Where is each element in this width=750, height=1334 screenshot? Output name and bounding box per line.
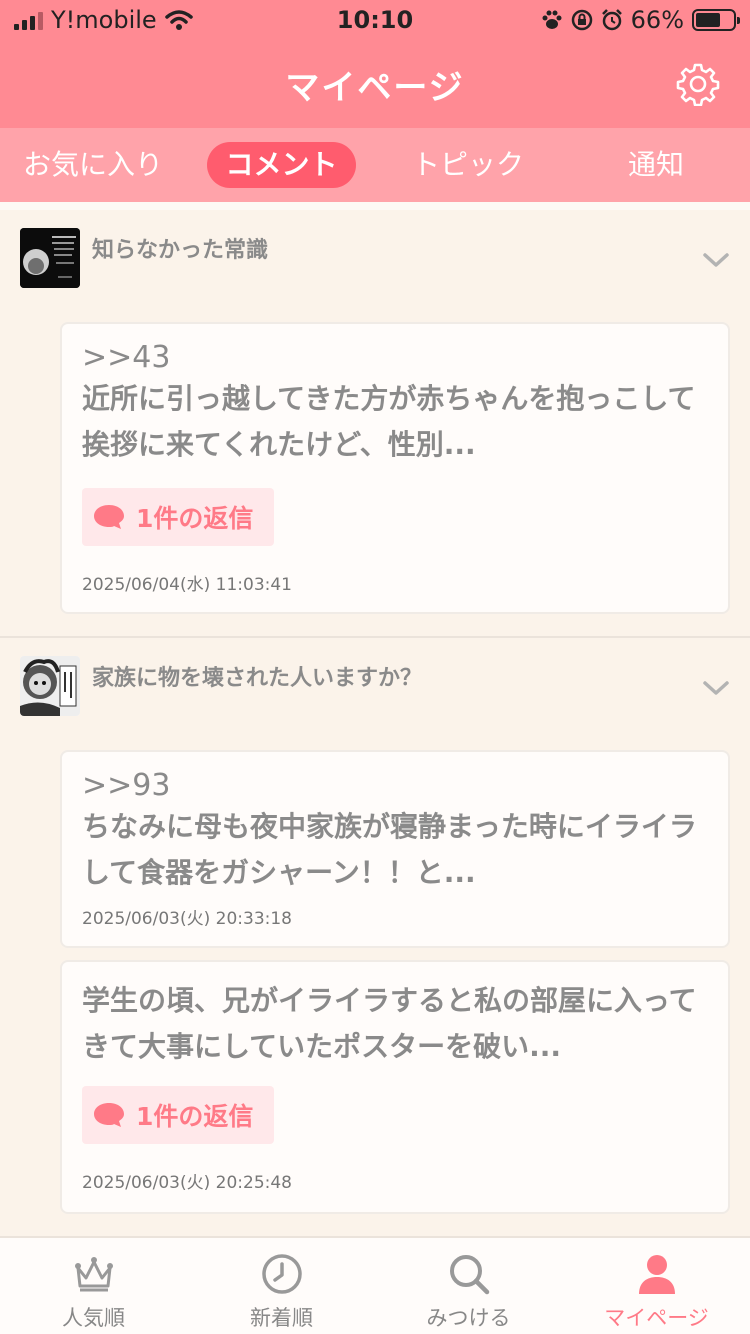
comment-card[interactable]: >>43 近所に引っ越してきた方が赤ちゃんを抱っこして挨拶に来てくれたけど、性別… (60, 322, 730, 614)
topic-thumbnail[interactable] (20, 228, 80, 288)
battery-icon (692, 9, 740, 31)
tab-topics[interactable]: トピック (400, 142, 536, 188)
topic-thumbnail-image (20, 228, 80, 288)
chevron-down-icon[interactable] (702, 250, 730, 270)
reply-count-label: 1件の返信 (136, 504, 254, 533)
comment-text: 近所に引っ越してきた方が赤ちゃんを抱っこして挨拶に来てくれたけど、性別... (82, 382, 696, 461)
bottom-nav: 人気順 新着順 みつける マイページ (0, 1236, 750, 1334)
topic-title[interactable]: 知らなかった常識 (92, 232, 268, 264)
nav-newest[interactable]: 新着順 (188, 1238, 375, 1334)
tab-divider (0, 202, 750, 210)
chevron-down-icon[interactable] (702, 678, 730, 698)
comment-card[interactable]: >>93 ちなみに母も夜中家族が寝静まった時にイライラして食器をガシャーン！！と… (60, 750, 730, 948)
nav-popular[interactable]: 人気順 (0, 1238, 187, 1334)
nav-newest-label: 新着順 (250, 1306, 313, 1330)
page-title: マイページ (285, 68, 465, 108)
tab-favorites[interactable]: お気に入り (20, 142, 166, 188)
battery-percent: 66% (630, 6, 684, 34)
alarm-icon (601, 9, 622, 31)
topic-title[interactable]: 家族に物を壊された人いますか？ (92, 660, 422, 692)
reply-count-button[interactable]: 1件の返信 (82, 1086, 274, 1144)
tab-notifications[interactable]: 通知 (610, 142, 702, 188)
nav-popular-label: 人気順 (62, 1306, 125, 1330)
nav-mypage-label: マイページ (604, 1306, 709, 1330)
comment-date: 2025/06/03(火) 20:33:18 (82, 909, 293, 929)
status-bar: Y!mobile 10:10 66% (0, 0, 750, 40)
comment-number: >>93 (82, 768, 171, 803)
speech-bubble-icon (94, 1103, 124, 1127)
comment-card[interactable]: 学生の頃、兄がイライラすると私の部屋に入ってきて大事にしていたポスターを破い..… (60, 960, 730, 1214)
reply-count-label: 1件の返信 (136, 1102, 254, 1131)
topic-thumbnail[interactable] (20, 656, 80, 716)
topic-section: 知らなかった常識 >>43 近所に引っ越してきた方が赤ちゃんを抱っこして挨拶に来… (0, 210, 750, 636)
clock-icon (262, 1254, 302, 1294)
search-icon (450, 1255, 490, 1295)
nav-search[interactable]: みつける (375, 1238, 562, 1334)
comment-date: 2025/06/04(水) 11:03:41 (82, 575, 293, 595)
tab-comments[interactable]: コメント (207, 142, 356, 188)
comment-text: 学生の頃、兄がイライラすると私の部屋に入ってきて大事にしていたポスターを破い..… (82, 984, 697, 1063)
person-icon (639, 1255, 675, 1294)
reply-count-button[interactable]: 1件の返信 (82, 488, 274, 546)
status-right: 66% (541, 6, 740, 34)
header-bar: マイページ (0, 40, 750, 128)
speech-bubble-icon (94, 505, 124, 529)
tab-bar: お気に入り コメント トピック 通知 (0, 128, 750, 202)
comment-text: ちなみに母も夜中家族が寝静まった時にイライラして食器をガシャーン！！と... (82, 810, 697, 889)
topic-section: 家族に物を壊された人いますか？ >>93 ちなみに母も夜中家族が寝静まった時にイ… (0, 638, 750, 1236)
rotation-lock-icon (571, 9, 592, 31)
gear-icon[interactable] (676, 62, 720, 106)
nav-search-label: みつける (426, 1306, 511, 1330)
comment-number: >>43 (82, 340, 171, 375)
nav-mypage[interactable]: マイページ (563, 1238, 750, 1334)
topic-thumbnail-image (20, 656, 80, 716)
paw-icon (542, 10, 562, 29)
comment-date: 2025/06/03(火) 20:25:48 (82, 1173, 293, 1193)
crown-icon (75, 1257, 113, 1292)
